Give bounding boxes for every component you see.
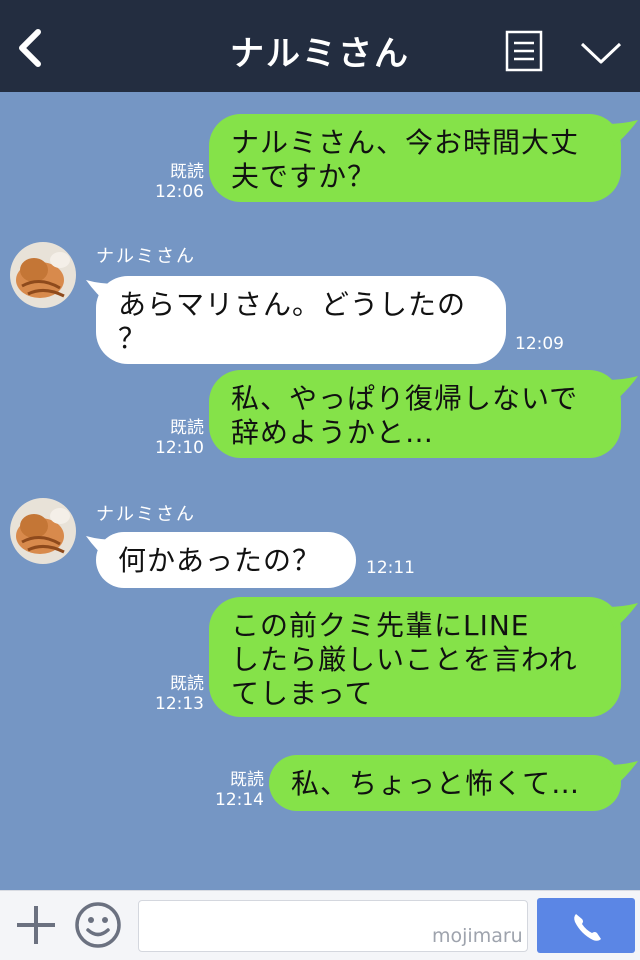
read-receipt: 既読 bbox=[170, 418, 204, 438]
sender-name: ナルミさん bbox=[96, 246, 196, 267]
read-receipt: 既読 bbox=[230, 770, 264, 790]
input-bar: mojimaru bbox=[0, 890, 640, 960]
read-receipt: 既読 bbox=[170, 162, 204, 182]
sent-message-bubble[interactable]: 私、やっぱり復帰しないで 辞めようかと… bbox=[209, 370, 621, 458]
emoji-button[interactable] bbox=[74, 901, 122, 949]
message-meta: 既読 12:14 bbox=[210, 770, 264, 810]
watermark: mojimaru bbox=[432, 925, 523, 947]
message-time: 12:13 bbox=[155, 694, 204, 714]
message-meta: 既読 12:13 bbox=[150, 674, 204, 714]
menu-button[interactable] bbox=[505, 30, 543, 72]
message-meta: 既読 12:10 bbox=[150, 418, 204, 458]
list-icon bbox=[505, 30, 543, 72]
sent-message-bubble[interactable]: この前クミ先輩にLINE したら厳しいことを言われ てしまって bbox=[209, 597, 621, 717]
bubble-tail bbox=[606, 376, 638, 402]
plus-icon bbox=[17, 906, 55, 944]
cat-avatar-icon bbox=[10, 498, 76, 564]
message-time: 12:10 bbox=[155, 438, 204, 458]
avatar[interactable] bbox=[10, 498, 76, 564]
received-message-bubble[interactable]: あらマリさん。どうしたの ？ bbox=[96, 276, 506, 364]
bubble-tail bbox=[606, 603, 638, 629]
avatar[interactable] bbox=[10, 242, 76, 308]
message-time: 12:11 bbox=[366, 558, 415, 578]
message-meta: 既読 12:06 bbox=[150, 162, 204, 202]
chat-header: ナルミさん bbox=[0, 0, 640, 92]
bubble-tail bbox=[606, 761, 638, 787]
cat-avatar-icon bbox=[10, 242, 76, 308]
chevron-down-icon bbox=[580, 42, 622, 64]
sent-message-bubble[interactable]: 私、ちょっと怖くて… bbox=[269, 755, 621, 811]
bubble-tail bbox=[606, 120, 638, 146]
sent-message-bubble[interactable]: ナルミさん、今お時間大丈 夫ですか？ bbox=[209, 114, 621, 202]
sender-name: ナルミさん bbox=[96, 504, 196, 525]
smiley-icon bbox=[75, 902, 121, 948]
call-button[interactable] bbox=[537, 898, 635, 953]
message-time: 12:14 bbox=[215, 790, 264, 810]
plus-button[interactable] bbox=[14, 903, 58, 947]
message-time: 12:06 bbox=[155, 182, 204, 202]
read-receipt: 既読 bbox=[170, 674, 204, 694]
collapse-button[interactable] bbox=[578, 38, 624, 66]
chat-area[interactable]: 既読 12:06 ナルミさん、今お時間大丈 夫ですか？ ナルミさん あらマリさん… bbox=[0, 92, 640, 890]
message-time: 12:09 bbox=[515, 334, 564, 354]
chat-title: ナルミさん bbox=[230, 34, 410, 74]
phone-icon bbox=[574, 914, 601, 941]
received-message-bubble[interactable]: 何かあったの？ bbox=[96, 532, 356, 588]
